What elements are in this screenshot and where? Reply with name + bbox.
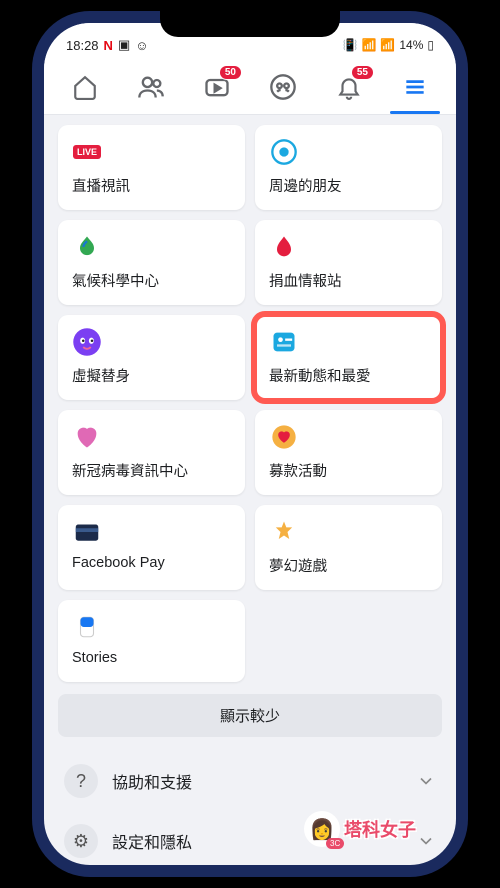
section-help-support[interactable]: ? 協助和支援 [58,751,442,811]
section-label: 協助和支援 [112,769,402,793]
watch-badge: 50 [219,65,242,80]
chevron-down-icon [416,831,436,851]
card-fundraisers[interactable]: 募款活動 [255,410,442,495]
stories-icon [72,612,102,642]
card-blood-donation[interactable]: 捐血情報站 [255,220,442,305]
card-stories[interactable]: Stories [58,600,245,682]
tab-groups[interactable] [250,59,316,114]
card-label: Stories [72,650,231,666]
card-facebook-pay[interactable]: Facebook Pay [58,505,245,590]
watermark-text: 塔科女子 [344,816,416,842]
card-covid-info[interactable]: 新冠病毒資訊中心 [58,410,245,495]
card-climate[interactable]: 氣候科學中心 [58,220,245,305]
watermark: 👩 3C 塔科女子 [304,811,416,847]
card-label: 夢幻遊戲 [269,555,428,576]
covid-icon [72,422,102,452]
pay-icon [72,517,102,547]
card-nearby-friends[interactable]: 周邊的朋友 [255,125,442,210]
live-icon: LIVE [72,137,102,167]
wifi-icon: 📶 [361,38,376,52]
tab-menu[interactable] [382,59,448,114]
card-label: 募款活動 [269,460,428,481]
blood-icon [269,232,299,262]
card-feeds-favorites[interactable]: 最新動態和最愛 [255,315,442,400]
settings-icon: ⚙ [64,824,98,858]
card-label: 直播視訊 [72,175,231,196]
battery-icon: ▯ [427,38,434,52]
chevron-down-icon [416,771,436,791]
fundraiser-icon [269,422,299,452]
status-time: 18:28 [66,38,99,53]
tab-notifications[interactable]: 55 [316,59,382,114]
card-label: 新冠病毒資訊中心 [72,460,231,481]
tab-watch[interactable]: 50 [184,59,250,114]
card-label: 氣候科學中心 [72,270,231,291]
card-gaming[interactable]: 夢幻遊戲 [255,505,442,590]
netflix-icon: N [104,38,113,53]
nav-tabs: 50 55 [44,59,456,115]
battery-text: 14% [399,38,423,52]
tab-home[interactable] [52,59,118,114]
menu-content: LIVE 直播視訊 周邊的朋友 氣候科學中心 捐血情報站 虛擬替身 [44,115,456,865]
climate-icon [72,232,102,262]
tab-friends[interactable] [118,59,184,114]
card-label: 周邊的朋友 [269,175,428,196]
notifications-badge: 55 [351,65,374,80]
card-label: 最新動態和最愛 [269,365,428,386]
show-less-button[interactable]: 顯示較少 [58,694,442,737]
status-app-icon: ▣ [118,37,130,53]
card-label: 虛擬替身 [72,365,231,386]
card-avatars[interactable]: 虛擬替身 [58,315,245,400]
screen: 18:28 N ▣ ☺ 📳 📶 📶 14% ▯ 50 [44,23,456,865]
status-app-icon-2: ☺ [135,38,148,53]
signal-icon: 📶 [380,38,395,52]
phone-frame: 18:28 N ▣ ☺ 📳 📶 📶 14% ▯ 50 [32,11,468,877]
vibrate-icon: 📳 [343,38,358,52]
watermark-sub: 3C [326,838,344,849]
card-live-video[interactable]: LIVE 直播視訊 [58,125,245,210]
feeds-icon [269,327,299,357]
avatar-icon [72,327,102,357]
help-icon: ? [64,764,98,798]
nearby-friends-icon [269,137,299,167]
gaming-icon [269,517,299,547]
card-label: 捐血情報站 [269,270,428,291]
notch [160,11,340,37]
card-label: Facebook Pay [72,555,231,571]
